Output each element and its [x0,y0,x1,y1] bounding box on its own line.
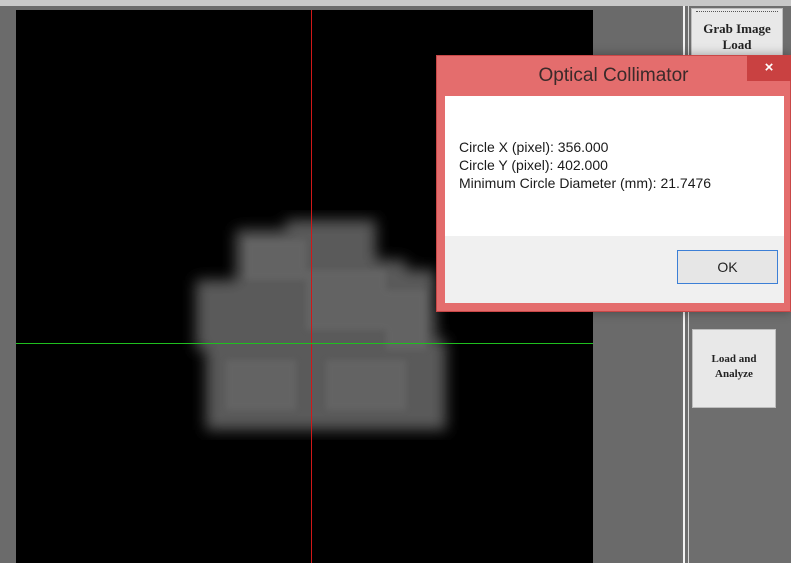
button-dotted-edge [696,11,778,15]
collimator-app-window: Grab Image Load Load and Analyze Optical… [0,0,791,563]
dialog-body: Circle X (pixel): 356.000 Circle Y (pixe… [445,96,784,303]
top-strip [0,0,791,6]
load-label: Load [722,37,752,52]
grab-image-label: Grab Image [703,21,771,36]
close-icon[interactable]: × [747,55,791,81]
dialog-title: Optical Collimator [538,65,689,86]
circle-y-text: Circle Y (pixel): 402.000 [459,157,608,173]
circle-x-text: Circle X (pixel): 356.000 [459,139,609,155]
crosshair-vertical-line [311,10,312,563]
load-and-analyze-label-line2: Analyze [715,368,753,380]
load-and-analyze-label-line1: Load and [711,353,757,365]
dialog-footer: OK [445,236,784,303]
dialog-message: Circle X (pixel): 356.000 Circle Y (pixe… [459,138,711,192]
optical-collimator-dialog: Optical Collimator × Circle X (pixel): 3… [436,55,791,312]
grab-image-load-button[interactable]: Grab Image Load [691,8,783,60]
load-and-analyze-button[interactable]: Load and Analyze [692,329,776,408]
crosshair-horizontal-line [16,343,593,344]
beam-spot-image [196,220,446,430]
ok-button[interactable]: OK [677,250,778,284]
min-diameter-text: Minimum Circle Diameter (mm): 21.7476 [459,175,712,191]
